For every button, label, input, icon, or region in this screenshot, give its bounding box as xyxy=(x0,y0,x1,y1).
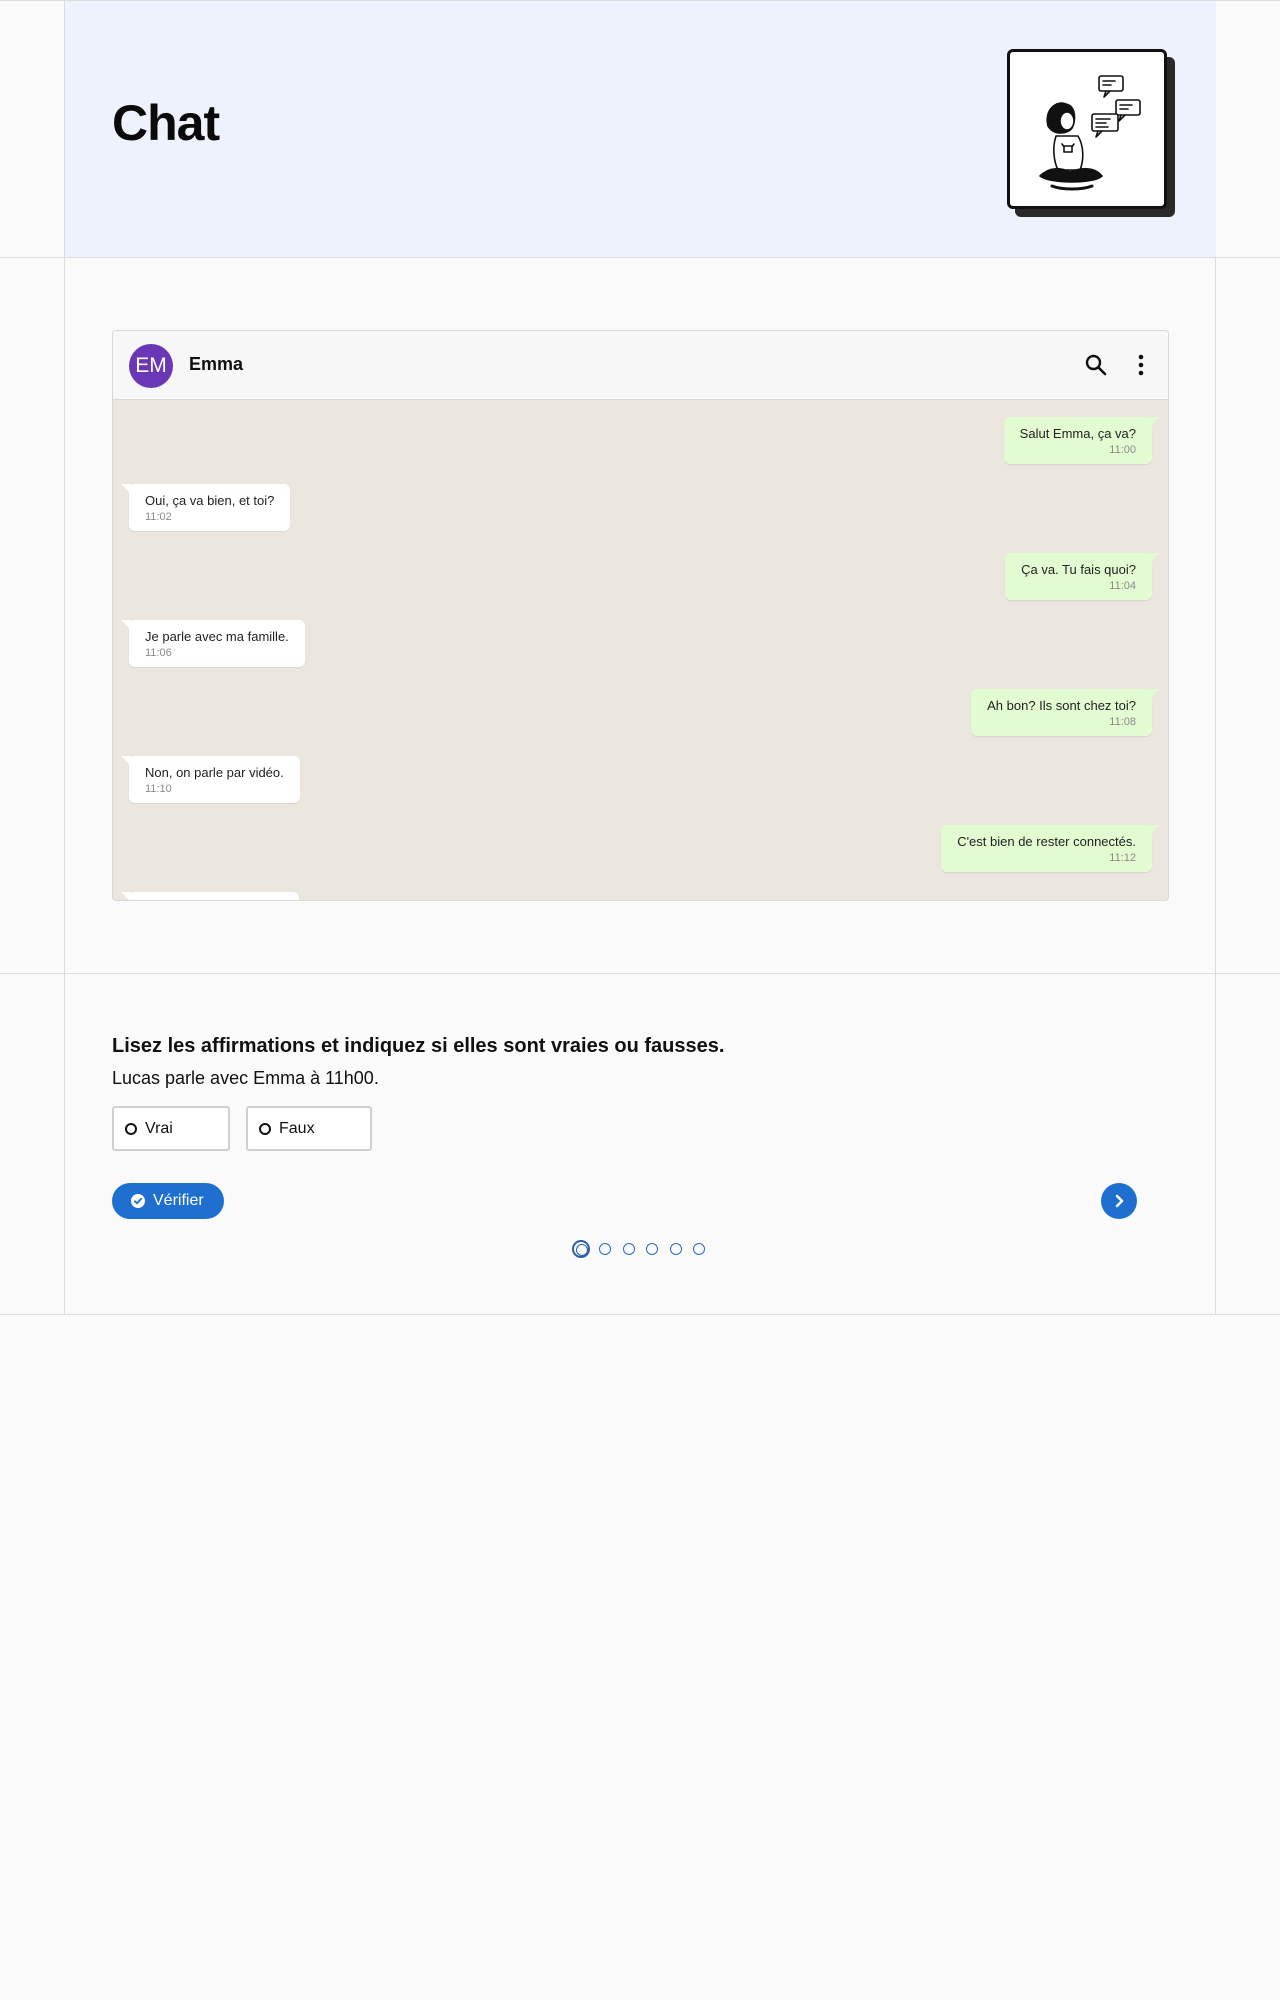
page-dot-4[interactable] xyxy=(646,1243,658,1255)
message-text: Je parle avec ma famille. xyxy=(145,629,289,644)
message-time: 11:06 xyxy=(145,647,172,659)
chat-window: EM Emma Salut Emma, ça va? 11:00 Oui, ça… xyxy=(112,330,1169,901)
message-time: 11:02 xyxy=(145,511,172,523)
message-bubble-incoming: Non, on parle par vidéo. 11:10 xyxy=(121,756,300,803)
radio-icon[interactable] xyxy=(125,1123,137,1135)
message-time: 11:00 xyxy=(1109,444,1136,456)
verify-button[interactable]: Vérifier xyxy=(112,1183,224,1219)
message-time: 11:12 xyxy=(1109,852,1136,864)
message-text: Salut Emma, ça va? xyxy=(1019,426,1136,441)
message-time: 11:04 xyxy=(1109,580,1136,592)
option-true[interactable]: Vrai xyxy=(112,1106,230,1151)
message-text: Non, on parle par vidéo. xyxy=(145,765,284,780)
page-dot-3[interactable] xyxy=(623,1243,635,1255)
pagination xyxy=(572,1239,712,1259)
message-time: 11:08 xyxy=(1109,716,1136,728)
page-dot-5[interactable] xyxy=(670,1243,682,1255)
divider xyxy=(0,973,1280,974)
option-false[interactable]: Faux xyxy=(246,1106,372,1151)
woman-chatting-icon xyxy=(1039,75,1141,191)
message-bubble-outgoing: Ah bon? Ils sont chez toi? 11:08 xyxy=(971,689,1160,736)
message-bubble-outgoing: C'est bien de rester connectés. 11:12 xyxy=(941,825,1160,872)
chat-header: EM Emma xyxy=(113,331,1168,400)
page-dot-6[interactable] xyxy=(693,1243,705,1255)
divider xyxy=(0,1314,1280,1315)
option-label: Faux xyxy=(279,1120,315,1137)
option-label: Vrai xyxy=(145,1120,173,1137)
message-bubble-outgoing: Salut Emma, ça va? 11:00 xyxy=(1003,417,1161,464)
search-icon[interactable] xyxy=(1083,352,1109,378)
page-title: Chat xyxy=(112,95,220,151)
radio-icon[interactable] xyxy=(259,1123,271,1135)
message-bubble-outgoing: Ça va. Tu fais quoi? 11:04 xyxy=(1005,553,1160,600)
divider xyxy=(0,257,1280,258)
message-bubble-incoming: Oui, ça va bien, et toi? 11:02 xyxy=(120,484,291,531)
chevron-right-icon xyxy=(1115,1194,1124,1208)
next-button[interactable] xyxy=(1101,1183,1137,1219)
avatar[interactable]: EM xyxy=(129,344,173,388)
more-options-icon[interactable] xyxy=(1128,352,1154,378)
message-text: Oui, ça va bien, et toi? xyxy=(145,493,275,508)
message-text: C'est bien de rester connectés. xyxy=(957,834,1136,849)
verify-label: Vérifier xyxy=(153,1192,204,1209)
exercise-instruction: Lisez les affirmations et indiquez si el… xyxy=(112,1035,725,1057)
message-list[interactable]: Salut Emma, ça va? 11:00 Oui, ça va bien… xyxy=(113,400,1168,900)
exercise-statement: Lucas parle avec Emma à 11h00. xyxy=(112,1068,379,1088)
chat-illustration xyxy=(1007,49,1167,209)
message-bubble-incoming: Je parle avec ma famille. 11:06 xyxy=(121,620,305,667)
message-bubble-incoming xyxy=(121,892,299,900)
contact-name: Emma xyxy=(189,354,244,374)
page-dot-2[interactable] xyxy=(599,1243,611,1255)
check-circle-icon xyxy=(131,1194,145,1208)
message-time: 11:10 xyxy=(145,783,172,795)
message-text: Ah bon? Ils sont chez toi? xyxy=(987,698,1136,713)
message-text: Ça va. Tu fais quoi? xyxy=(1021,562,1136,577)
page-dot-1[interactable] xyxy=(572,1240,590,1258)
